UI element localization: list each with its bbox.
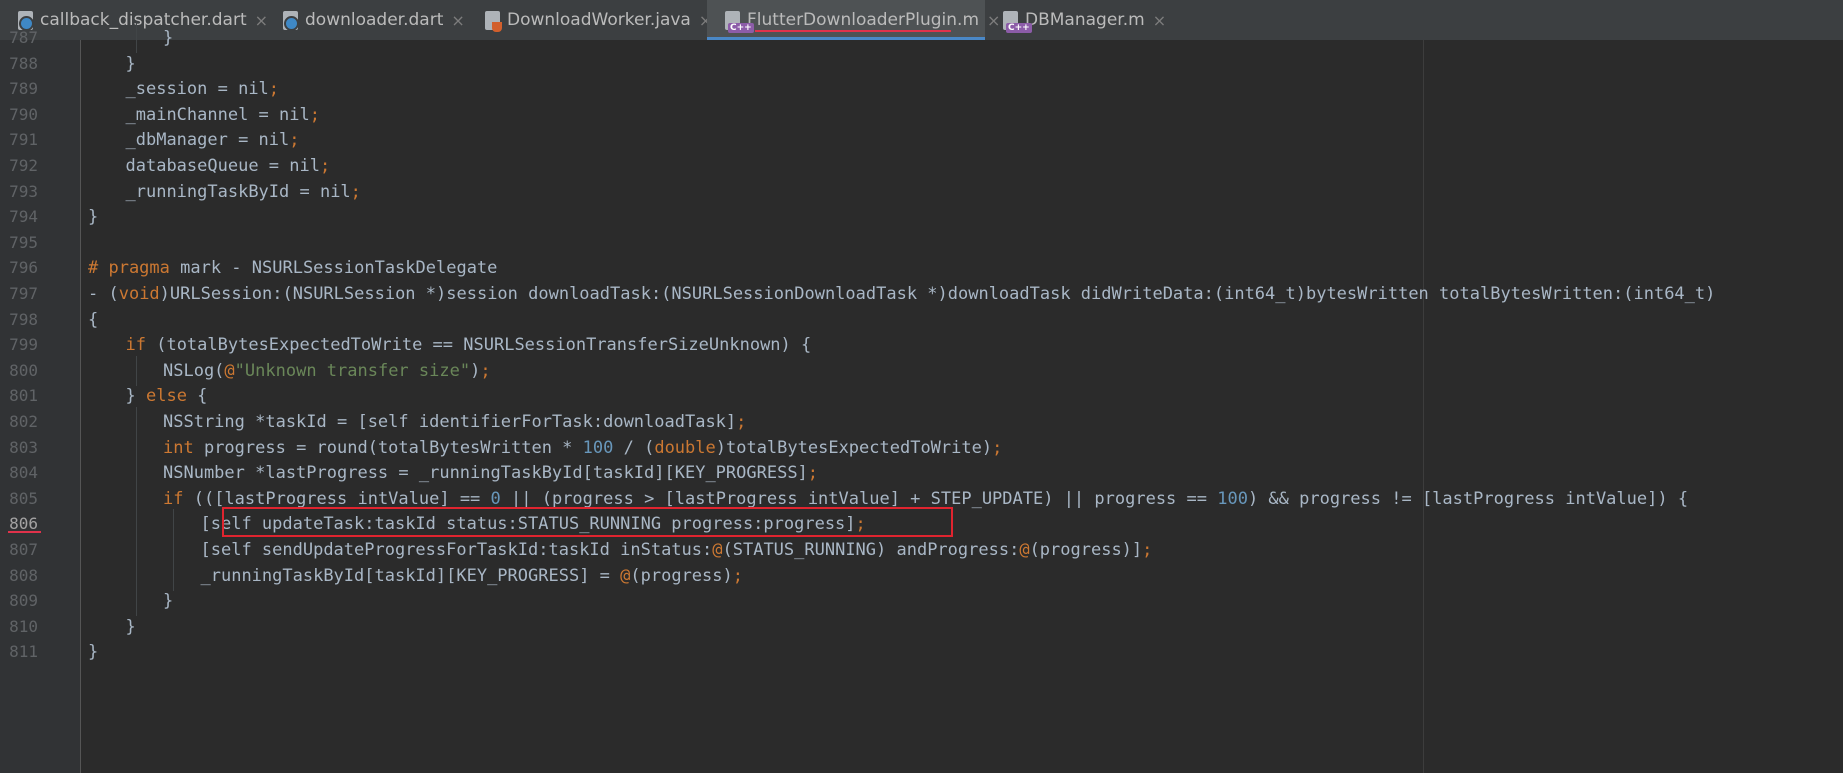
code-token: ;	[807, 463, 819, 484]
code-token: )totalBytesExpectedToWrite)	[715, 437, 993, 458]
code-token: ;	[319, 156, 331, 176]
code-token: / (	[613, 437, 655, 458]
code-token: }	[163, 591, 174, 612]
code-token: 100	[1217, 488, 1248, 509]
code-token: double	[654, 437, 716, 458]
highlight-annotation-box	[222, 507, 953, 538]
code-token: )	[470, 360, 481, 381]
code-token: _dbManager = nil	[125, 130, 290, 151]
code-token: (STATUS_RUNNING) andProgress:	[722, 540, 1020, 560]
line-number: 811	[9, 642, 38, 662]
code-token: NSNumber *lastProgress = _runningTaskByI…	[163, 463, 808, 484]
code-token: progress = round(totalBytesWritten *	[193, 437, 583, 458]
code-token: @	[224, 360, 235, 381]
code-token: [self sendUpdateProgressForTaskId:taskId…	[200, 540, 713, 560]
code-text: }	[88, 637, 98, 667]
code-token: ;	[309, 104, 320, 125]
code-token: ;	[732, 565, 743, 586]
code-token: )URLSession:(NSURLSession *)session down…	[159, 284, 1716, 304]
code-token: _runningTaskById[taskId][KEY_PROGRESS] =	[200, 565, 621, 586]
code-token: {	[186, 386, 208, 407]
code-token: }	[125, 616, 136, 637]
code-token: void	[118, 284, 160, 304]
code-line[interactable]: 811}	[0, 637, 1843, 667]
code-token: "Unknown transfer size"	[234, 360, 471, 381]
code-token: ;	[736, 412, 747, 432]
code-token: - (	[88, 284, 119, 304]
code-token: NSLog(	[163, 360, 225, 381]
code-token: ;	[268, 79, 280, 100]
code-token: }	[88, 207, 99, 228]
code-token: # pragma	[88, 258, 170, 279]
code-token: else	[145, 386, 187, 407]
code-token: if	[163, 488, 184, 509]
code-token: ;	[1142, 540, 1153, 560]
code-token: ) && progress != [lastProgress intValue]…	[1247, 488, 1689, 509]
code-token: }	[125, 53, 136, 74]
code-token: int	[163, 437, 194, 458]
code-token: }	[163, 28, 174, 48]
code-token: (([lastProgress intValue] ==	[183, 488, 491, 509]
code-token: (progress)]	[1029, 540, 1143, 560]
code-token: @	[1019, 540, 1030, 560]
code-token: _mainChannel = nil	[125, 104, 310, 125]
code-token: || (progress > [lastProgress intValue] +…	[500, 488, 1218, 509]
code-token: {	[88, 309, 99, 330]
code-token: ;	[350, 181, 361, 202]
code-token: }	[88, 642, 99, 663]
code-token: mark - NSURLSessionTaskDelegate	[169, 258, 498, 279]
code-token: ;	[480, 360, 491, 381]
current-line-marker	[8, 531, 41, 534]
code-token: @	[712, 540, 723, 560]
code-token: }	[125, 386, 146, 407]
code-token: 0	[490, 488, 501, 509]
code-token: _session = nil	[125, 79, 269, 100]
code-editor[interactable]: 787} 788} 789 _session = nil; 790 _mainChanne…	[0, 23, 1843, 773]
code-token: @	[620, 565, 631, 586]
code-token: databaseQueue = nil	[125, 156, 320, 176]
code-token: (totalBytesExpectedToWrite == NSURLSessi…	[145, 335, 812, 356]
code-token: ;	[992, 437, 1003, 458]
code-token: _runningTaskById = nil	[125, 181, 351, 202]
code-token: if	[125, 335, 146, 356]
code-token: NSString *taskId = [self identifierForTa…	[163, 412, 737, 432]
code-token: ;	[289, 130, 300, 151]
code-token: (progress)	[630, 565, 733, 586]
code-token: 100	[582, 437, 614, 458]
